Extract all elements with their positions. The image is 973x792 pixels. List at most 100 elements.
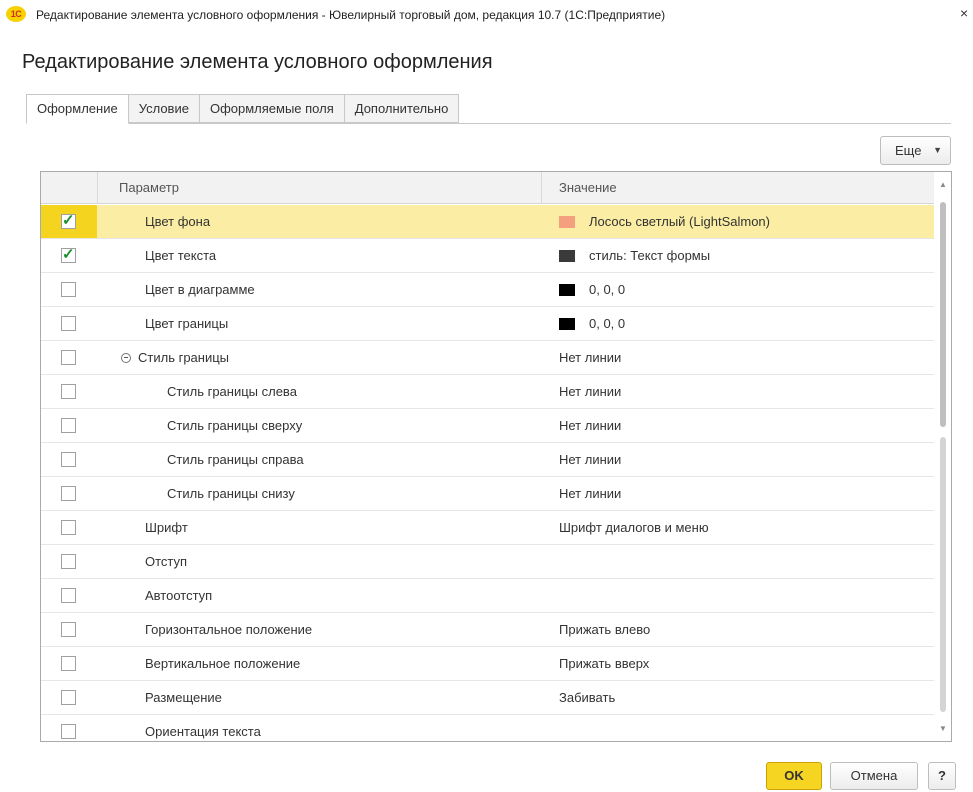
table-row[interactable]: ✓ Цвет фона Лосось светлый (LightSalmon)	[41, 205, 934, 239]
value-label: Забивать	[559, 690, 616, 705]
row-checkbox[interactable]	[61, 486, 76, 501]
table-row[interactable]: Стиль границы сверху Нет линии	[41, 409, 934, 443]
scrollbar-thumb[interactable]	[940, 202, 946, 427]
table-row[interactable]: Ориентация текста	[41, 715, 934, 741]
value-label: 0, 0, 0	[589, 282, 626, 297]
row-checkbox[interactable]	[61, 622, 76, 637]
color-swatch-icon	[559, 249, 575, 262]
value-label: Нет линии	[559, 384, 622, 399]
value-cell[interactable]: Прижать вверх	[559, 647, 649, 680]
table-row[interactable]: Горизонтальное положение Прижать влево	[41, 613, 934, 647]
value-cell[interactable]: стиль: Текст формы	[559, 239, 710, 272]
row-checkbox-cell	[41, 579, 97, 612]
value-label: Нет линии	[559, 418, 622, 433]
value-cell[interactable]: Забивать	[559, 681, 615, 714]
value-cell[interactable]: 0, 0, 0	[559, 307, 625, 340]
table-row[interactable]: Размещение Забивать	[41, 681, 934, 715]
table-row[interactable]: ✓ Цвет текста стиль: Текст формы	[41, 239, 934, 273]
value-label: Прижать вверх	[559, 656, 650, 671]
row-checkbox[interactable]: ✓	[61, 212, 76, 229]
parameter-cell: Стиль границы	[121, 341, 229, 374]
row-checkbox-cell	[41, 613, 97, 646]
row-checkbox[interactable]: ✓	[61, 246, 76, 263]
parameter-label: Отступ	[145, 554, 188, 569]
tab-additional[interactable]: Дополнительно	[343, 94, 460, 123]
value-cell[interactable]: Нет линии	[559, 477, 621, 510]
help-button[interactable]: ?	[928, 762, 956, 790]
tab-bar: Оформление Условие Оформляемые поля Допо…	[26, 94, 460, 124]
row-checkbox[interactable]	[61, 452, 76, 467]
row-checkbox[interactable]	[61, 724, 76, 739]
page-title: Редактирование элемента условного оформл…	[22, 51, 493, 73]
table-row[interactable]: Отступ	[41, 545, 934, 579]
parameter-cell: Цвет текста	[145, 239, 216, 272]
table-row[interactable]: Цвет границы 0, 0, 0	[41, 307, 934, 341]
value-cell[interactable]: Лосось светлый (LightSalmon)	[559, 205, 770, 238]
parameter-cell: Цвет в диаграмме	[145, 273, 255, 306]
row-checkbox-cell	[41, 375, 97, 408]
scroll-up-icon[interactable]: ▲	[939, 180, 947, 189]
row-checkbox-cell	[41, 341, 97, 374]
more-button[interactable]: Еще ▼	[880, 136, 951, 165]
column-divider	[97, 172, 98, 204]
parameter-label: Шрифт	[145, 520, 188, 535]
checkmark-icon: ✓	[62, 212, 75, 229]
row-checkbox-cell: ✓	[41, 239, 97, 272]
row-checkbox-cell: ✓	[41, 205, 97, 238]
column-divider	[541, 172, 542, 204]
table-row[interactable]: Стиль границы снизу Нет линии	[41, 477, 934, 511]
ok-button[interactable]: OK	[766, 762, 822, 790]
row-checkbox[interactable]	[61, 316, 76, 331]
row-checkbox[interactable]	[61, 418, 76, 433]
table-row[interactable]: Стиль границы справа Нет линии	[41, 443, 934, 477]
value-cell[interactable]: Нет линии	[559, 341, 621, 374]
table-row[interactable]: Вертикальное положение Прижать вверх	[41, 647, 934, 681]
row-checkbox[interactable]	[61, 520, 76, 535]
parameter-cell: Автоотступ	[145, 579, 212, 612]
row-checkbox-cell	[41, 443, 97, 476]
parameter-label: Цвет в диаграмме	[145, 282, 255, 297]
parameter-label: Стиль границы справа	[167, 452, 304, 467]
window-close-button[interactable]: ×	[960, 5, 968, 21]
parameter-label: Автоотступ	[145, 588, 213, 603]
row-checkbox[interactable]	[61, 554, 76, 569]
parameter-cell: Цвет границы	[145, 307, 228, 340]
row-checkbox[interactable]	[61, 350, 76, 365]
table-row[interactable]: Цвет в диаграмме 0, 0, 0	[41, 273, 934, 307]
cancel-button[interactable]: Отмена	[830, 762, 918, 790]
tab-condition[interactable]: Условие	[127, 94, 200, 123]
value-label: Прижать влево	[559, 622, 651, 637]
column-header-parameter[interactable]: Параметр	[119, 172, 179, 204]
scrollbar-track	[940, 437, 946, 712]
value-label: Шрифт диалогов и меню	[559, 520, 709, 535]
value-label: 0, 0, 0	[589, 316, 626, 331]
row-checkbox[interactable]	[61, 690, 76, 705]
parameter-label: Стиль границы	[138, 350, 230, 365]
value-cell[interactable]: Нет линии	[559, 443, 621, 476]
scroll-down-icon[interactable]: ▼	[939, 724, 947, 733]
tab-appearance[interactable]: Оформление	[26, 94, 129, 124]
table-row[interactable]: Автоотступ	[41, 579, 934, 613]
column-header-value[interactable]: Значение	[559, 172, 617, 204]
parameter-cell: Цвет фона	[145, 205, 210, 238]
value-cell[interactable]: Нет линии	[559, 375, 621, 408]
table-row[interactable]: Шрифт Шрифт диалогов и меню	[41, 511, 934, 545]
tab-formatted-fields[interactable]: Оформляемые поля	[198, 94, 345, 123]
value-cell[interactable]: Шрифт диалогов и меню	[559, 511, 709, 544]
row-checkbox-cell	[41, 715, 97, 741]
collapse-group-icon[interactable]	[121, 352, 131, 363]
row-checkbox-cell	[41, 409, 97, 442]
parameter-cell: Стиль границы справа	[167, 443, 304, 476]
value-cell[interactable]: 0, 0, 0	[559, 273, 625, 306]
row-checkbox-cell	[41, 647, 97, 680]
vertical-scrollbar[interactable]: ▲ ▼	[935, 172, 951, 741]
row-checkbox[interactable]	[61, 282, 76, 297]
row-checkbox-cell	[41, 511, 97, 544]
table-row[interactable]: Стиль границы слева Нет линии	[41, 375, 934, 409]
table-row[interactable]: Стиль границы Нет линии	[41, 341, 934, 375]
row-checkbox[interactable]	[61, 384, 76, 399]
value-cell[interactable]: Прижать влево	[559, 613, 650, 646]
row-checkbox[interactable]	[61, 656, 76, 671]
row-checkbox[interactable]	[61, 588, 76, 603]
value-cell[interactable]: Нет линии	[559, 409, 621, 442]
